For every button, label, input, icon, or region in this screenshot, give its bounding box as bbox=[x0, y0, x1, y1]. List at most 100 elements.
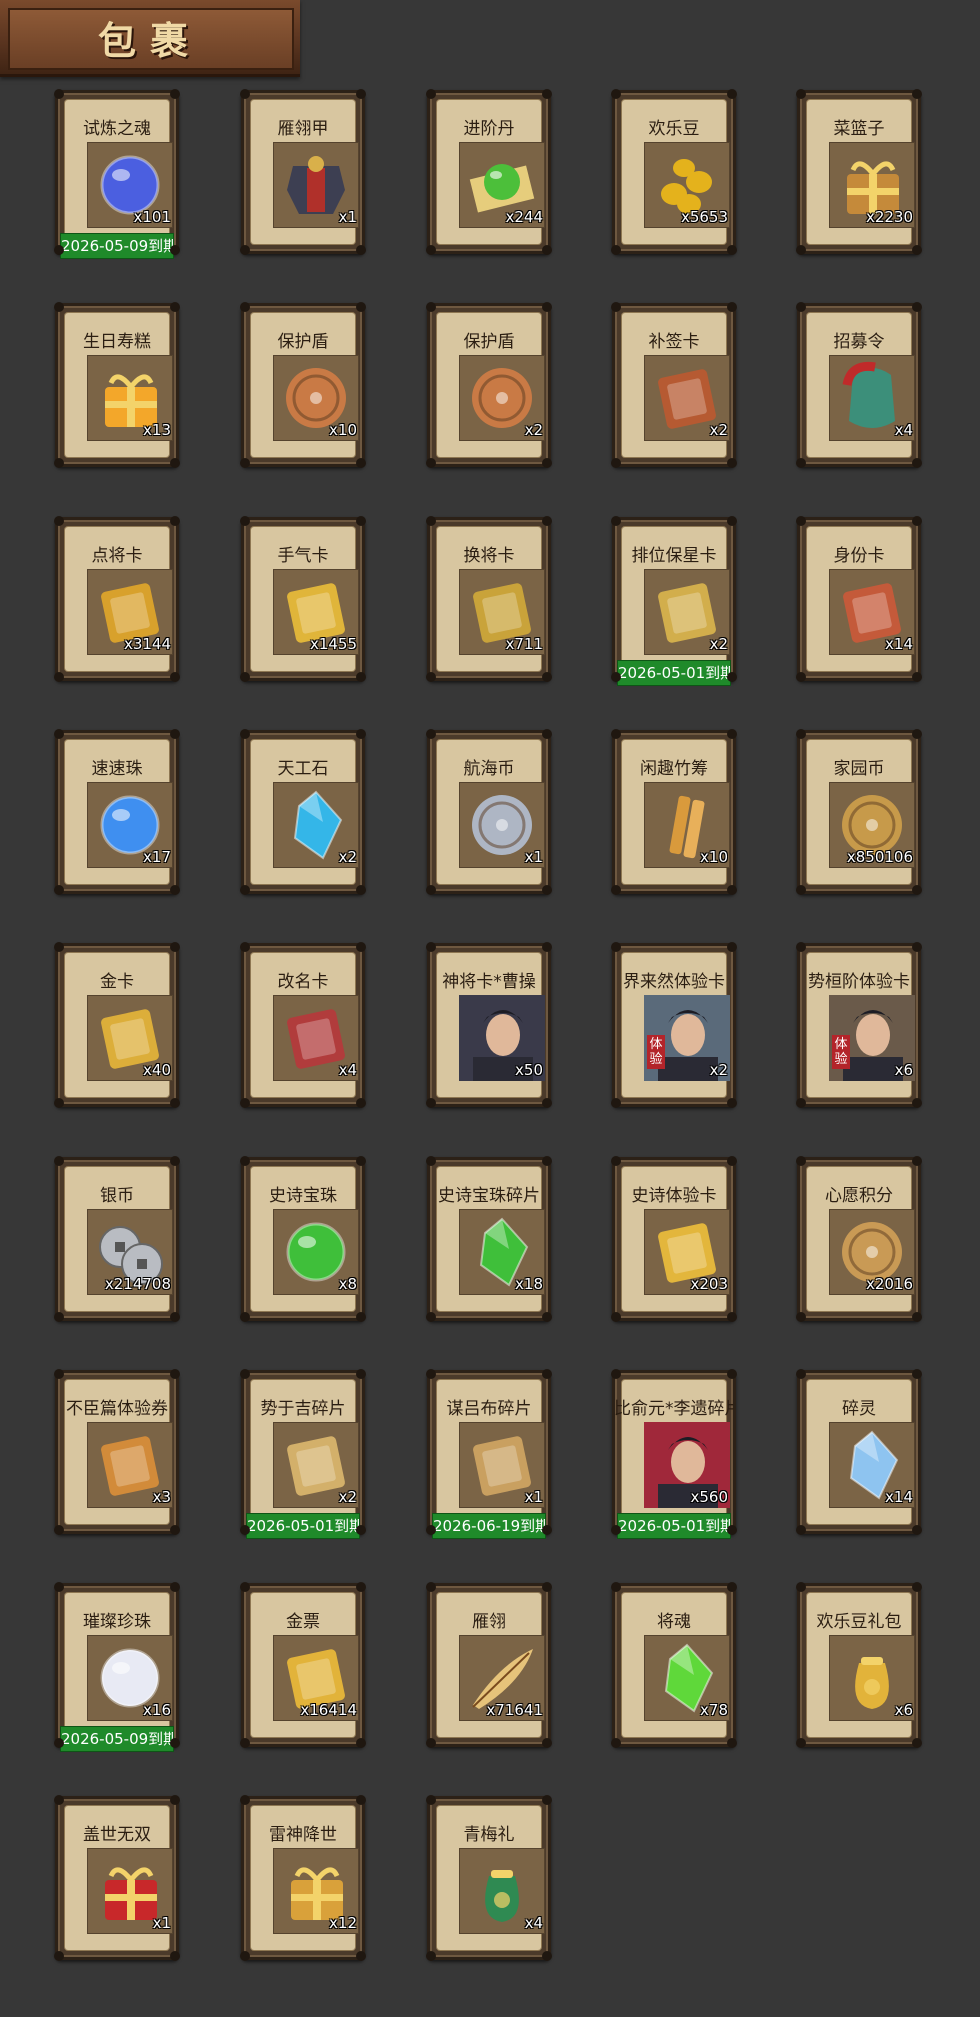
card-corner bbox=[54, 729, 64, 739]
card-corner bbox=[356, 1738, 366, 1748]
item-name: 心愿积分 bbox=[825, 1186, 893, 1206]
item-card[interactable]: 航海币 x1 bbox=[426, 729, 552, 895]
item-name: 航海币 bbox=[463, 759, 515, 779]
item-card[interactable]: 身份卡 x14 bbox=[796, 516, 922, 682]
item-card[interactable]: 闲趣竹筹 x10 bbox=[611, 729, 737, 895]
item-card[interactable]: 速速珠 x17 bbox=[54, 729, 180, 895]
item-card[interactable]: 界来然体验卡 体验 x2 bbox=[611, 942, 737, 1108]
item-name: 雁翎甲 bbox=[277, 119, 329, 139]
item-count: x203 bbox=[690, 1275, 728, 1293]
card-corner bbox=[542, 942, 552, 952]
item-card[interactable]: 点将卡 x3144 bbox=[54, 516, 180, 682]
item-card[interactable]: 换将卡 x711 bbox=[426, 516, 552, 682]
card-corner bbox=[240, 942, 250, 952]
item-count: x13 bbox=[143, 421, 171, 439]
card-corner bbox=[912, 89, 922, 99]
card-corner bbox=[727, 1098, 737, 1108]
card-corner bbox=[611, 1582, 621, 1592]
card-corner bbox=[170, 942, 180, 952]
item-card[interactable]: 青梅礼 x4 bbox=[426, 1795, 552, 1961]
item-count: x3 bbox=[152, 1488, 171, 1506]
card-corner bbox=[912, 1738, 922, 1748]
item-name: 改名卡 bbox=[277, 972, 329, 992]
item-card[interactable]: 史诗宝珠碎片 x18 bbox=[426, 1156, 552, 1322]
item-card[interactable]: 碎灵 x14 bbox=[796, 1369, 922, 1535]
card-paper: 保护盾 x10 bbox=[251, 313, 359, 457]
item-card[interactable]: 心愿积分 x2016 bbox=[796, 1156, 922, 1322]
item-count: x14 bbox=[885, 635, 913, 653]
card-corner bbox=[611, 302, 621, 312]
card-corner bbox=[727, 1738, 737, 1748]
item-card[interactable]: 家园币 x850106 bbox=[796, 729, 922, 895]
item-icon-slot: x101 bbox=[87, 142, 173, 228]
item-count: x101 bbox=[133, 208, 171, 226]
card-corner bbox=[356, 302, 366, 312]
item-icon-slot: x14 bbox=[829, 569, 915, 655]
item-count: x711 bbox=[505, 635, 543, 653]
item-card[interactable]: 不臣篇体验券 x3 bbox=[54, 1369, 180, 1535]
card-corner bbox=[727, 1369, 737, 1379]
item-card[interactable]: 手气卡 x1455 bbox=[240, 516, 366, 682]
item-icon-slot: x203 bbox=[644, 1209, 730, 1295]
item-card[interactable]: 保护盾 x2 bbox=[426, 302, 552, 468]
card-corner bbox=[240, 1369, 250, 1379]
item-icon-slot: x40 bbox=[87, 995, 173, 1081]
item-card[interactable]: 欢乐豆礼包 x6 bbox=[796, 1582, 922, 1748]
item-card[interactable]: 生日寿糕 x13 bbox=[54, 302, 180, 468]
item-name: 排位保星卡 bbox=[631, 546, 717, 566]
item-card[interactable]: 进阶丹 x244 bbox=[426, 89, 552, 255]
item-card[interactable]: 金票 x16414 bbox=[240, 1582, 366, 1748]
item-icon-slot: x10 bbox=[273, 355, 359, 441]
item-card[interactable]: 金卡 x40 bbox=[54, 942, 180, 1108]
item-count: x17 bbox=[143, 848, 171, 866]
item-card[interactable]: 银币 x214708 bbox=[54, 1156, 180, 1322]
item-card[interactable]: 神将卡*曹操 x50 bbox=[426, 942, 552, 1108]
item-card[interactable]: 势桓阶体验卡 体验 x6 bbox=[796, 942, 922, 1108]
card-corner bbox=[542, 1312, 552, 1322]
card-corner bbox=[542, 1156, 552, 1166]
card-corner bbox=[796, 89, 806, 99]
item-card[interactable]: 比俞元*李遗碎片 x560 2026-05-01到期 bbox=[611, 1369, 737, 1538]
card-corner bbox=[170, 672, 180, 682]
item-count: x12 bbox=[329, 1914, 357, 1932]
item-card[interactable]: 欢乐豆 x5653 bbox=[611, 89, 737, 255]
item-name: 银币 bbox=[100, 1186, 134, 1206]
card-paper: 势桓阶体验卡 体验 x6 bbox=[807, 953, 915, 1097]
card-corner bbox=[542, 1795, 552, 1805]
item-count: x78 bbox=[700, 1701, 728, 1719]
item-card[interactable]: 雁翎甲 x1 bbox=[240, 89, 366, 255]
item-card[interactable]: 史诗体验卡 x203 bbox=[611, 1156, 737, 1322]
expiry-banner: 2026-06-19到期 bbox=[433, 1514, 545, 1538]
item-card[interactable]: 谋吕布碎片 x1 2026-06-19到期 bbox=[426, 1369, 552, 1538]
card-corner bbox=[426, 516, 436, 526]
item-icon-slot: x4 bbox=[829, 355, 915, 441]
card-corner bbox=[796, 1312, 806, 1322]
item-card[interactable]: 试炼之魂 x101 2026-05-09到期 bbox=[54, 89, 180, 258]
card-corner bbox=[426, 1312, 436, 1322]
item-card[interactable]: 补签卡 x2 bbox=[611, 302, 737, 468]
card-corner bbox=[542, 302, 552, 312]
item-card[interactable]: 盖世无双 x1 bbox=[54, 1795, 180, 1961]
item-count: x4 bbox=[524, 1914, 543, 1932]
item-count: x16414 bbox=[300, 1701, 357, 1719]
item-card[interactable]: 璀璨珍珠 x16 2026-05-09到期 bbox=[54, 1582, 180, 1751]
item-card[interactable]: 雁翎 x71641 bbox=[426, 1582, 552, 1748]
item-card[interactable]: 招募令 x4 bbox=[796, 302, 922, 468]
item-card[interactable]: 排位保星卡 x2 2026-05-01到期 bbox=[611, 516, 737, 685]
item-name: 盖世无双 bbox=[83, 1825, 151, 1845]
card-corner bbox=[727, 1156, 737, 1166]
item-card[interactable]: 将魂 x78 bbox=[611, 1582, 737, 1748]
card-paper: 金卡 x40 bbox=[65, 953, 173, 1097]
item-card[interactable]: 菜篮子 x2230 bbox=[796, 89, 922, 255]
card-paper: 界来然体验卡 体验 x2 bbox=[622, 953, 730, 1097]
card-paper: 青梅礼 x4 bbox=[437, 1806, 545, 1950]
item-card[interactable]: 势于吉碎片 x2 2026-05-01到期 bbox=[240, 1369, 366, 1538]
item-card[interactable]: 史诗宝珠 x8 bbox=[240, 1156, 366, 1322]
card-corner bbox=[170, 729, 180, 739]
item-card[interactable]: 天工石 x2 bbox=[240, 729, 366, 895]
item-card[interactable]: 雷神降世 x12 bbox=[240, 1795, 366, 1961]
item-card[interactable]: 保护盾 x10 bbox=[240, 302, 366, 468]
card-paper: 点将卡 x3144 bbox=[65, 527, 173, 671]
item-icon-slot: x14 bbox=[829, 1422, 915, 1508]
item-card[interactable]: 改名卡 x4 bbox=[240, 942, 366, 1108]
